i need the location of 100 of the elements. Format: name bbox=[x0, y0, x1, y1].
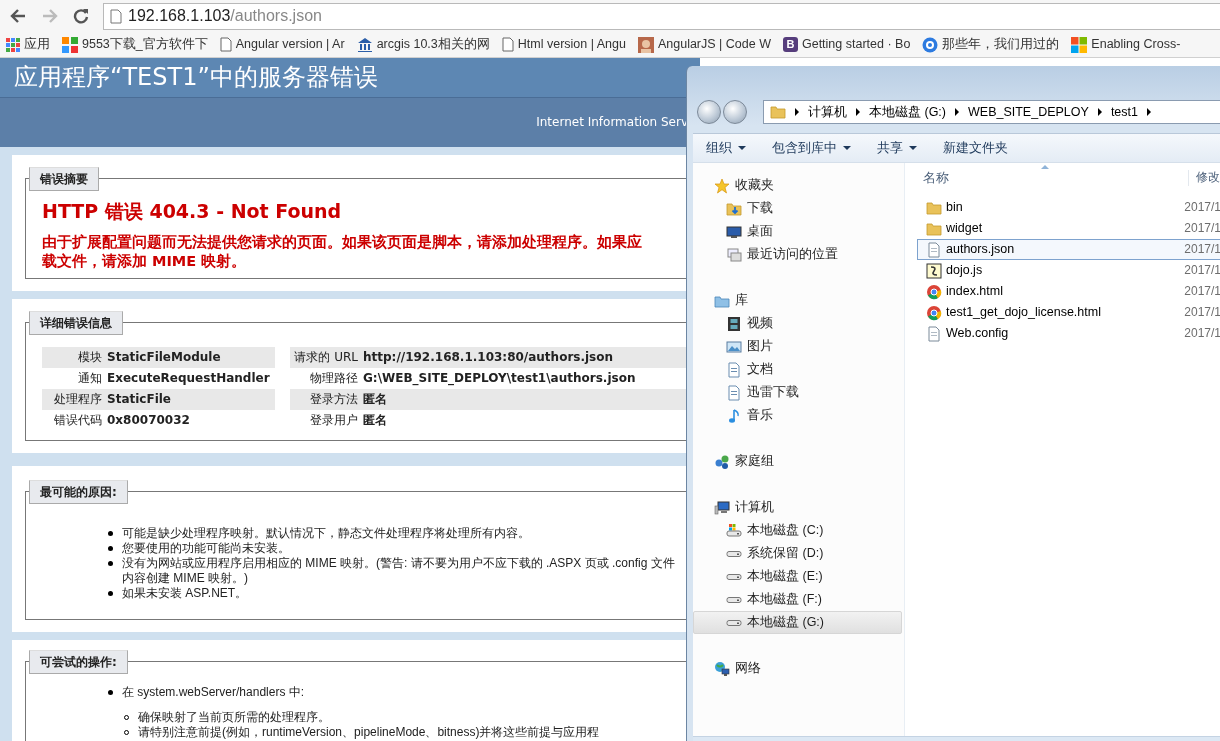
picture-icon bbox=[726, 338, 742, 355]
nav-item[interactable]: 网络 bbox=[693, 657, 902, 680]
file-date: 2017/1 bbox=[1184, 199, 1220, 216]
forward-button[interactable] bbox=[723, 100, 747, 124]
bookmark-link[interactable]: arcgis 10.3相关的网 bbox=[376, 36, 490, 53]
detail-value: 匿名 bbox=[363, 412, 388, 429]
nav-item[interactable]: 本地磁盘 (F:) bbox=[693, 588, 902, 611]
reload-icon[interactable] bbox=[73, 8, 89, 24]
bookmark-link[interactable]: AngularJS | Code W bbox=[657, 36, 771, 53]
drive-icon bbox=[726, 550, 742, 557]
list-item-text: 如果未安装 ASP.NET。 bbox=[122, 586, 248, 600]
file-row[interactable]: Web.config 2017/1 bbox=[917, 323, 1220, 344]
page-icon bbox=[110, 8, 122, 24]
bullet-icon bbox=[108, 591, 113, 596]
nav-item[interactable]: 下载 bbox=[693, 197, 902, 220]
file-row[interactable]: index.html 2017/1 bbox=[917, 281, 1220, 302]
nav-item[interactable]: 音乐 bbox=[693, 404, 902, 427]
script-file-icon bbox=[926, 262, 942, 279]
back-button[interactable] bbox=[697, 100, 721, 124]
file-name: widget bbox=[946, 220, 983, 237]
nav-item[interactable]: 文档 bbox=[693, 358, 902, 381]
nav-item[interactable]: 最近访问的位置 bbox=[693, 243, 902, 266]
detail-value: 0x80070032 bbox=[107, 412, 191, 429]
file-icon bbox=[926, 325, 942, 342]
nav-item[interactable]: 系统保留 (D:) bbox=[693, 542, 902, 565]
toolbar-button[interactable]: 包含到库中 bbox=[759, 134, 864, 162]
bullet-icon bbox=[108, 561, 113, 566]
detail-label: 登录方法 bbox=[309, 391, 359, 408]
nav-item[interactable]: 本地磁盘 (E:) bbox=[693, 565, 902, 588]
tiles-icon bbox=[62, 36, 78, 53]
file-name: test1_get_dojo_license.html bbox=[946, 304, 1101, 321]
list-item-text: 内容创建 MIME 映射。) bbox=[122, 571, 248, 585]
film-icon bbox=[726, 315, 742, 332]
bookmark-link[interactable]: 应用 bbox=[24, 36, 50, 53]
nav-item[interactable]: 本地磁盘 (G:) bbox=[693, 611, 902, 634]
avatar-icon bbox=[637, 36, 654, 53]
file-row[interactable]: dojo.js 2017/1 bbox=[917, 260, 1220, 281]
page-icon bbox=[501, 37, 514, 52]
nav-item[interactable]: 图片 bbox=[693, 335, 902, 358]
breadcrumb-item[interactable]: 计算机 bbox=[808, 103, 847, 121]
file-row[interactable]: authors.json 2017/1 bbox=[917, 239, 1220, 260]
nav-item[interactable]: 收藏夹 bbox=[693, 174, 902, 197]
address-bar[interactable]: 192.168.1.103/authors.json bbox=[103, 2, 1220, 30]
detail-label: 登录用户 bbox=[309, 412, 359, 429]
toolbar-button[interactable]: 新建文件夹 bbox=[930, 134, 1021, 162]
file-row[interactable]: bin 2017/1 bbox=[917, 197, 1220, 218]
file-date: 2017/1 bbox=[1184, 220, 1220, 237]
web-file-icon bbox=[926, 304, 942, 321]
folder-icon bbox=[770, 104, 786, 120]
nav-item[interactable]: 计算机 bbox=[693, 496, 902, 519]
list-item-text: 在 system.webServer/handlers 中: bbox=[122, 685, 305, 699]
error-message: 载文件，请添加 MIME 映射。 bbox=[42, 253, 247, 269]
drive-icon bbox=[726, 619, 742, 626]
list-item-text: 确保映射了当前页所需的处理程序。 bbox=[138, 710, 330, 724]
section-legend: 详细错误信息 bbox=[29, 311, 123, 335]
breadcrumb-item[interactable]: test1 bbox=[1110, 103, 1138, 121]
bookmark-link[interactable]: Html version | Angu bbox=[517, 36, 626, 53]
chevron-icon bbox=[955, 108, 959, 116]
file-date: 2017/1 bbox=[1184, 283, 1220, 300]
music-note-icon bbox=[726, 407, 742, 424]
nav-item[interactable]: 本地磁盘 (C:) bbox=[693, 519, 902, 542]
system-drive-icon bbox=[726, 522, 742, 539]
nav-item[interactable]: 迅雷下载 bbox=[693, 381, 902, 404]
column-header[interactable]: 修改 bbox=[1188, 170, 1220, 186]
nav-item[interactable]: 视频 bbox=[693, 312, 902, 335]
detail-label: 物理路径 bbox=[309, 370, 359, 387]
bookmark-link[interactable]: Getting started · Bo bbox=[801, 36, 911, 53]
nav-item[interactable]: 桌面 bbox=[693, 220, 902, 243]
breadcrumb-item[interactable]: 本地磁盘 (G:) bbox=[869, 103, 946, 121]
file-name: dojo.js bbox=[946, 262, 983, 279]
file-date: 2017/1 bbox=[1184, 262, 1220, 279]
drive-icon bbox=[726, 573, 742, 580]
file-row[interactable]: test1_get_dojo_license.html 2017/1 bbox=[917, 302, 1220, 323]
file-name: index.html bbox=[946, 283, 1003, 300]
toolbar-button[interactable]: 共享 bbox=[864, 134, 930, 162]
forward-icon[interactable] bbox=[41, 8, 59, 24]
bookmark-link[interactable]: 那些年，我们用过的 bbox=[942, 36, 1060, 53]
bookmark-link[interactable]: Angular version | Ar bbox=[235, 36, 345, 53]
bookmark-link[interactable]: 9553下载_官方软件下 bbox=[82, 36, 208, 53]
nav-item[interactable]: 家庭组 bbox=[693, 450, 902, 473]
nav-item[interactable]: 库 bbox=[693, 289, 902, 312]
apps-icon bbox=[6, 37, 20, 52]
column-header[interactable]: 名称 bbox=[923, 169, 949, 187]
back-icon[interactable] bbox=[9, 8, 27, 24]
document-icon bbox=[726, 361, 742, 378]
recent-places-icon bbox=[726, 246, 742, 263]
page-header: 应用程序“TEST1”中的服务器错误 bbox=[0, 58, 700, 97]
list-item-text: 您要使用的功能可能尚未安装。 bbox=[122, 541, 290, 555]
download-folder-icon bbox=[726, 200, 742, 217]
chevron-icon bbox=[1147, 108, 1151, 116]
section-legend: 最可能的原因: bbox=[29, 480, 128, 504]
section-legend: 可尝试的操作: bbox=[29, 650, 128, 674]
logo-badge: B bbox=[782, 37, 798, 52]
detail-value: StaticFile bbox=[107, 391, 172, 408]
breadcrumb-item[interactable]: WEB_SITE_DEPLOY bbox=[968, 103, 1089, 121]
bookmark-link[interactable]: Enabling Cross- bbox=[1091, 36, 1181, 53]
breadcrumb-bar[interactable]: 计算机 本地磁盘 (G:) WEB_SITE_DEPLOY test1 bbox=[763, 100, 1220, 124]
file-name: Web.config bbox=[946, 325, 1009, 342]
toolbar-button[interactable]: 组织 bbox=[693, 134, 759, 162]
file-row[interactable]: widget 2017/1 bbox=[917, 218, 1220, 239]
